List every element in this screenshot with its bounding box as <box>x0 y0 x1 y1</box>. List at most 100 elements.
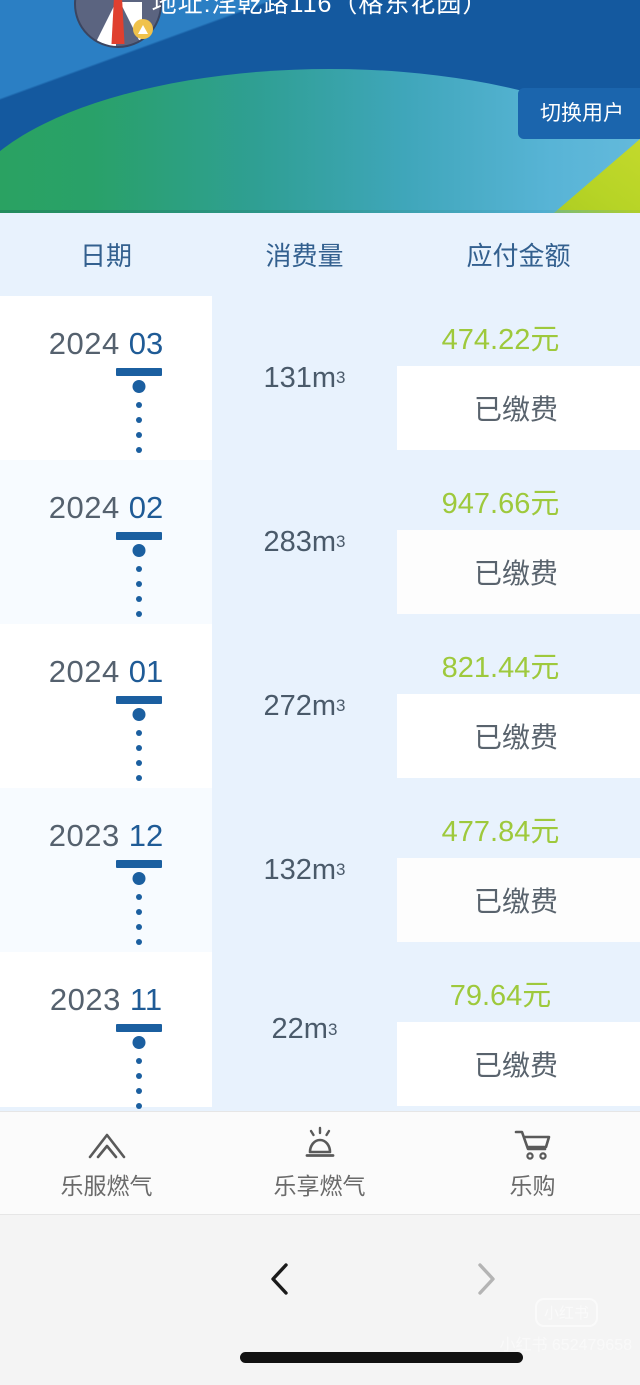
timeline-dotted-segment <box>136 402 142 408</box>
date-text: 2023 11 <box>0 982 212 1018</box>
timeline-dotted-segment <box>136 611 142 617</box>
consumption-unit-exponent: 3 <box>336 532 346 551</box>
date-cell: 2024 03 <box>0 296 212 460</box>
timeline-dotted-segment <box>136 730 142 736</box>
column-header-amount: 应付金额 <box>466 241 571 271</box>
date-text: 2024 02 <box>0 490 212 526</box>
consumption-value: 283m <box>263 525 337 558</box>
watermark-logo: 小红书 <box>534 1298 598 1327</box>
chevron-left-icon[interactable] <box>260 1259 300 1299</box>
consumption-cell: 272m 3 <box>212 624 397 788</box>
date-month: 02 <box>128 490 164 525</box>
nav-label-lamp: 乐享燃气 <box>273 1173 366 1199</box>
date-year: 2023 <box>48 818 120 853</box>
nav-label-home: 乐服燃气 <box>60 1173 153 1199</box>
nav-label-cart: 乐购 <box>509 1173 556 1199</box>
date-text: 2024 01 <box>0 654 212 690</box>
timeline-dotted-segment <box>136 1073 142 1079</box>
table-body: 2024 03 131m 3 474.22元 已缴费 2024 02 283m 3 947.66元已… <box>0 296 640 1109</box>
warning-triangle-glyph <box>138 24 148 34</box>
amount-value: 947.66元 <box>441 488 560 520</box>
timeline-bar <box>116 532 162 540</box>
timeline-dotted-segment <box>136 566 142 572</box>
date-month: 01 <box>128 654 164 689</box>
switch-user-button[interactable]: 切换用户 <box>518 88 640 139</box>
warning-triangle-icon <box>133 19 153 39</box>
timeline-dotted-segment <box>136 1058 142 1064</box>
timeline-dotted-segment <box>136 596 142 602</box>
timeline-dotted-segment <box>136 924 142 930</box>
timeline-dot <box>132 1036 146 1049</box>
status-badge[interactable]: 已缴费 <box>397 694 640 778</box>
timeline-dotted-segment <box>136 894 142 900</box>
amount-cell: 474.22元已缴费 <box>397 296 640 460</box>
billing-history-table: 日期 消费量 应付金额 2024 03 131m 3 474.22元 已缴费 2024 02 2… <box>0 213 640 1111</box>
amount-value: 79.64元 <box>449 980 552 1012</box>
status-badge[interactable]: 已缴费 <box>397 858 640 942</box>
timeline-dot <box>132 544 146 557</box>
consumption-value: 132m <box>263 853 337 886</box>
table-row[interactable]: 2024 02 283m 3 947.66元 已缴费 <box>0 460 640 624</box>
consumption-cell: 132m 3 <box>212 788 397 952</box>
system-navigation-bar: 小红书 小红书 652479658 <box>0 1215 640 1385</box>
amount-cell: 821.44元已缴费 <box>397 624 640 788</box>
date-cell: 2024 01 <box>0 624 212 788</box>
date-cell: 2023 11 <box>0 952 212 1109</box>
date-month: 12 <box>128 818 164 853</box>
nav-item-home[interactable]: 乐服燃气 <box>0 1112 213 1214</box>
table-row[interactable]: 2023 12 132m 3 477.84元 已缴费 <box>0 788 640 952</box>
status-badge[interactable]: 已缴费 <box>397 1022 640 1106</box>
table-row[interactable]: 2024 01 272m 3 821.44元 已缴费 <box>0 624 640 788</box>
date-cell: 2024 02 <box>0 460 212 624</box>
status-badge[interactable]: 已缴费 <box>397 530 640 614</box>
date-year: 2023 <box>49 982 121 1017</box>
timeline-dotted-segment <box>136 447 142 453</box>
nav-item-cart[interactable]: 乐购 <box>426 1112 639 1214</box>
consumption-unit-exponent: 3 <box>336 696 346 715</box>
date-year: 2024 <box>48 490 120 525</box>
date-month: 03 <box>128 326 164 361</box>
status-badge[interactable]: 已缴费 <box>397 366 640 450</box>
consumption-cell: 22m 3 <box>212 952 397 1107</box>
timeline-dot <box>132 872 146 885</box>
chevron-right-icon[interactable] <box>466 1259 506 1299</box>
date-year: 2024 <box>48 654 120 689</box>
date-text: 2023 12 <box>0 818 212 854</box>
home-indicator[interactable] <box>240 1352 523 1363</box>
amount-cell: 79.64元已缴费 <box>397 952 640 1107</box>
table-row[interactable]: 2024 03 131m 3 474.22元 已缴费 <box>0 296 640 460</box>
table-header-row: 日期 消费量 应付金额 <box>0 213 640 296</box>
table-row[interactable]: 2023 11 22m 3 79.64元 已缴费 <box>0 952 640 1109</box>
timeline-dotted-segment <box>136 1088 142 1094</box>
consumption-value: 22m <box>271 1013 328 1045</box>
column-header-consumption: 消费量 <box>265 241 344 271</box>
bottom-navigation-bar: 乐服燃气 乐享燃气 乐购 <box>0 1111 640 1215</box>
timeline-bar <box>116 696 162 704</box>
consumption-cell: 283m 3 <box>212 460 397 624</box>
timeline-dot <box>132 708 146 721</box>
amount-value: 821.44元 <box>441 652 560 684</box>
consumption-unit-exponent: 3 <box>336 860 346 879</box>
amount-value: 474.22元 <box>441 324 560 356</box>
timeline-dotted-segment <box>136 745 142 751</box>
timeline-dotted-segment <box>136 432 142 438</box>
timeline-bar <box>116 1024 162 1032</box>
consumption-unit-exponent: 3 <box>336 368 346 387</box>
amount-cell: 947.66元已缴费 <box>397 460 640 624</box>
timeline-dotted-segment <box>136 775 142 781</box>
cart-icon <box>512 1125 554 1161</box>
date-year: 2024 <box>48 326 120 361</box>
date-text: 2024 03 <box>0 326 212 362</box>
amount-value: 477.84元 <box>441 816 560 848</box>
consumption-value: 272m <box>263 689 337 722</box>
consumption-unit-exponent: 3 <box>327 1019 338 1039</box>
consumption-value: 131m <box>263 361 337 394</box>
timeline-dotted-segment <box>136 1103 142 1109</box>
page-banner: 地址:淫乾路116（格东花园） 切换用户 <box>0 0 640 213</box>
consumption-cell: 131m 3 <box>212 296 397 460</box>
nav-item-lamp[interactable]: 乐享燃气 <box>213 1112 426 1214</box>
timeline-bar <box>116 860 162 868</box>
date-month: 11 <box>129 982 163 1017</box>
timeline-dotted-segment <box>136 417 142 423</box>
date-cell: 2023 12 <box>0 788 212 952</box>
